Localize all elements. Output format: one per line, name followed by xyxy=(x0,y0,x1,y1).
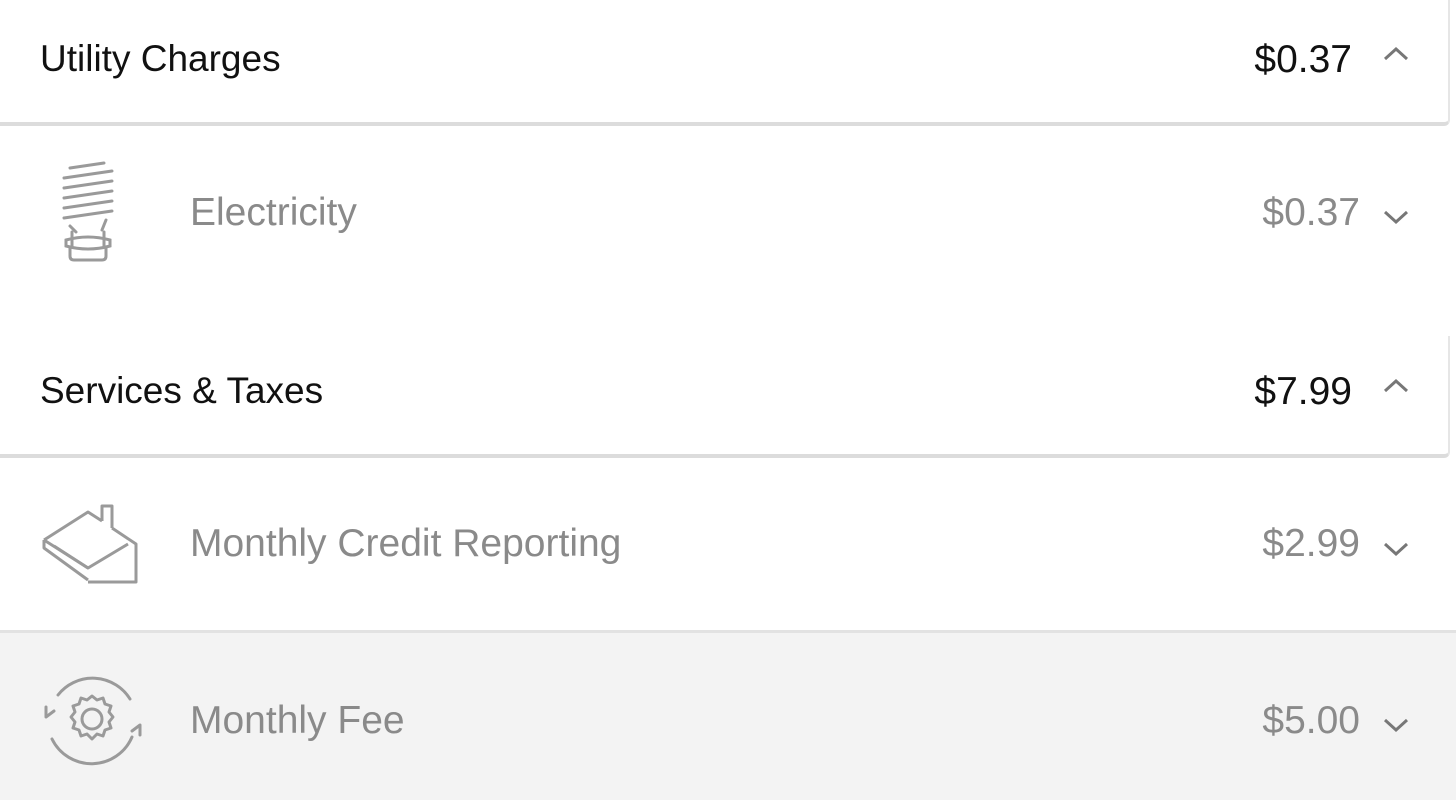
section-total-amount: $0.37 xyxy=(1254,38,1352,81)
section-total-amount: $7.99 xyxy=(1254,370,1352,413)
lightbulb-icon xyxy=(56,160,120,269)
section-header-services-taxes[interactable]: Services & Taxes $7.99 xyxy=(0,336,1450,458)
section-header-utility-charges[interactable]: Utility Charges $0.37 xyxy=(0,0,1450,126)
gear-cycle-icon xyxy=(38,669,148,778)
chevron-down-icon[interactable] xyxy=(1381,208,1411,226)
list-item-electricity[interactable]: Electricity $0.37 xyxy=(0,126,1456,336)
house-envelope-icon xyxy=(40,502,144,593)
item-amount: $0.37 xyxy=(1262,191,1360,234)
list-item-monthly-credit-reporting[interactable]: Monthly Credit Reporting $2.99 xyxy=(0,458,1456,630)
item-amount: $5.00 xyxy=(1262,699,1360,742)
chevron-up-icon[interactable] xyxy=(1381,44,1411,62)
item-label: Electricity xyxy=(190,191,357,234)
list-item-monthly-fee[interactable]: Monthly Fee $5.00 xyxy=(0,633,1456,800)
item-amount: $2.99 xyxy=(1262,522,1360,565)
section-title: Utility Charges xyxy=(40,38,281,79)
section-title: Services & Taxes xyxy=(40,370,324,411)
chevron-up-icon[interactable] xyxy=(1381,376,1411,394)
item-label: Monthly Fee xyxy=(190,699,405,742)
item-label: Monthly Credit Reporting xyxy=(190,522,622,565)
chevron-down-icon[interactable] xyxy=(1381,540,1411,558)
chevron-down-icon[interactable] xyxy=(1381,716,1411,734)
